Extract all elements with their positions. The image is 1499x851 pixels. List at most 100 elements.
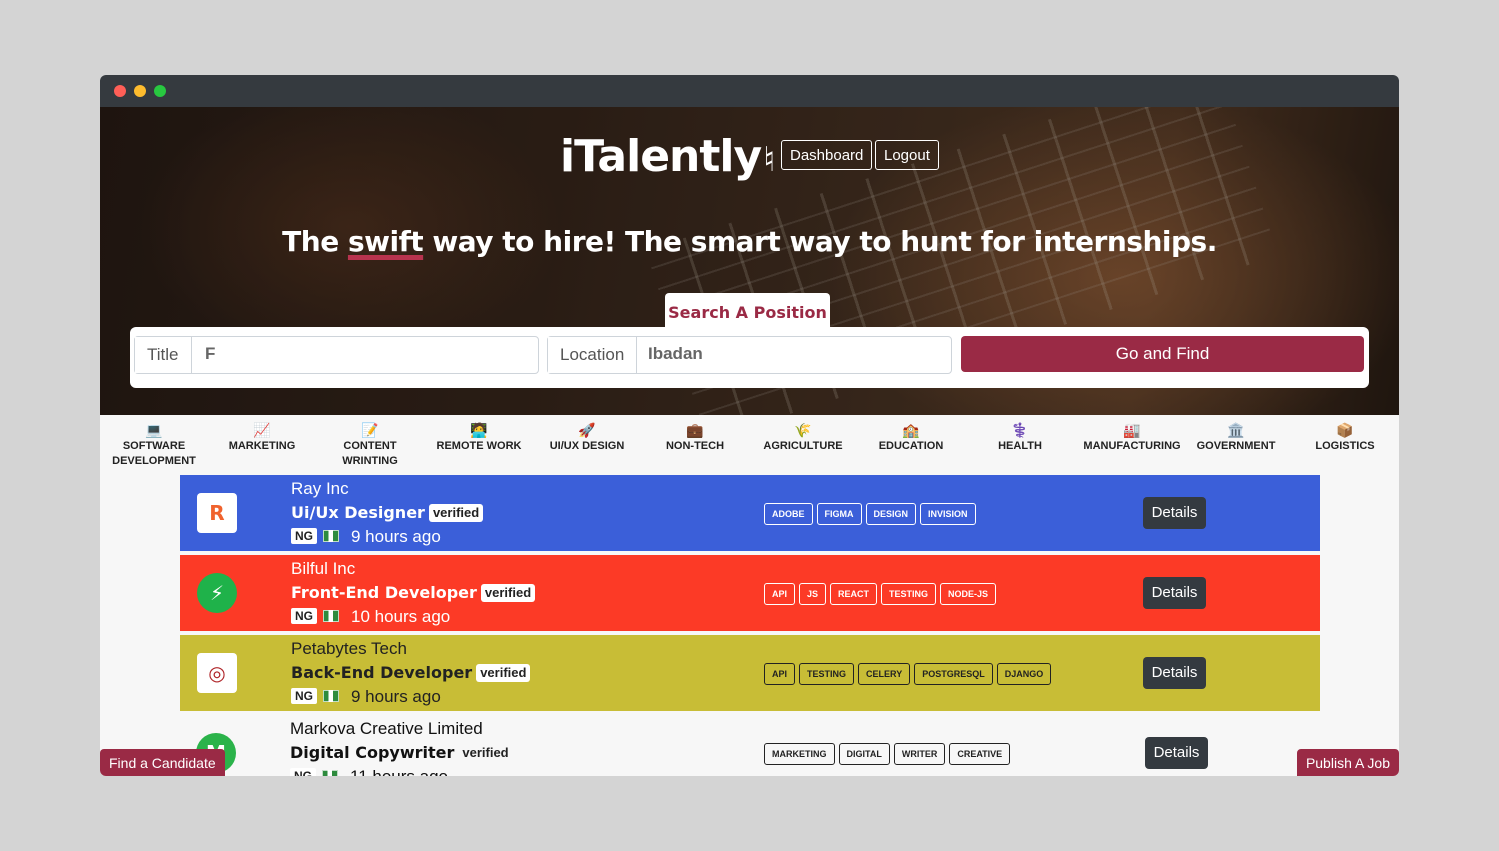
- posted-time: 9 hours ago: [351, 527, 441, 546]
- publish-job-button[interactable]: Publish A Job: [1296, 749, 1399, 776]
- category-label: MARKETING: [228, 440, 296, 452]
- title-field[interactable]: Title: [134, 336, 539, 374]
- job-title[interactable]: Digital Copywriter verified: [290, 743, 513, 762]
- skill-tag[interactable]: CREATIVE: [949, 743, 1011, 765]
- category-label: GOVERNMENT: [1196, 440, 1276, 452]
- tagline-end: way to hire! The smart way to hunt for i…: [423, 225, 1217, 258]
- category-label: UI/UX DESIGN: [549, 440, 625, 452]
- company-name: Petabytes Tech: [291, 639, 407, 658]
- category-6[interactable]: 🌾 AGRICULTURE: [743, 421, 863, 454]
- skill-tag[interactable]: CELERY: [858, 663, 911, 685]
- skill-tag[interactable]: NODE-JS: [940, 583, 997, 605]
- skill-tags: MARKETING DIGITAL WRITER CREATIVE: [764, 742, 1014, 765]
- medical-icon: ⚕️: [1011, 422, 1029, 438]
- category-3[interactable]: 🧑‍💻 REMOTE WORK: [419, 421, 539, 454]
- job-meta: NG 9 hours ago: [291, 527, 441, 547]
- job-title[interactable]: Front-End Developer verified: [291, 583, 536, 602]
- brand-logo[interactable]: iTalently♮: [560, 131, 775, 182]
- technologist-icon: 🧑‍💻: [470, 422, 488, 438]
- job-card[interactable]: R Ray Inc Ui/Ux Designer verified NG 9 hours …: [180, 475, 1320, 551]
- tagline-start: The: [282, 225, 348, 258]
- title-input[interactable]: [205, 337, 525, 371]
- verified-badge: verified: [462, 745, 509, 760]
- skill-tag[interactable]: FIGMA: [816, 503, 862, 525]
- company-logo: R: [197, 493, 237, 533]
- skill-tag[interactable]: DIGITAL: [838, 743, 890, 765]
- school-icon: 🏫: [902, 422, 920, 438]
- category-10[interactable]: 🏛️ GOVERNMENT: [1176, 421, 1296, 454]
- go-and-find-button[interactable]: Go and Find: [961, 336, 1364, 372]
- skill-tag[interactable]: INVISION: [920, 503, 976, 525]
- category-label: CONTENT: [343, 440, 397, 452]
- find-candidate-button[interactable]: Find a Candidate: [100, 749, 225, 776]
- company-logo: ◎: [197, 653, 237, 693]
- skill-tags: API JS REACT TESTING NODE-JS: [764, 582, 1000, 605]
- category-4[interactable]: 🚀 UI/UX DESIGN: [527, 421, 647, 454]
- category-label: EDUCATION: [878, 440, 944, 452]
- job-card[interactable]: MMarkova Creative LimitedDigital Copywri…: [180, 715, 1320, 776]
- category-label-line-2: DEVELOPMENT: [112, 455, 196, 467]
- skill-tag[interactable]: MARKETING: [764, 743, 835, 765]
- chart-up-icon: 📈: [253, 422, 271, 438]
- skill-tag[interactable]: TESTING: [881, 583, 937, 605]
- maximize-window-dot[interactable]: [154, 85, 166, 97]
- details-button[interactable]: Details: [1145, 737, 1208, 769]
- skill-tag[interactable]: JS: [799, 583, 827, 605]
- job-card[interactable]: ⚡ Bilful Inc Front-End Developer verified NG…: [180, 555, 1320, 631]
- job-title[interactable]: Ui/Ux Designer verified: [291, 503, 484, 522]
- posted-time: 9 hours ago: [351, 687, 441, 706]
- location-field[interactable]: Location: [547, 336, 952, 374]
- category-5[interactable]: 💼 NON-TECH: [635, 421, 755, 454]
- category-2[interactable]: 📝 CONTENT WRINTING: [310, 421, 430, 469]
- rocket-icon: 🚀: [578, 422, 596, 438]
- job-meta: NG 11 hours ago: [290, 767, 448, 776]
- logout-button[interactable]: Logout: [875, 140, 939, 170]
- nigeria-flag-icon: [323, 610, 339, 622]
- dashboard-button[interactable]: Dashboard: [781, 140, 873, 170]
- company-name: Markova Creative Limited: [290, 719, 483, 738]
- browser-window: iTalently♮ Dashboard Logout The swift wa…: [100, 75, 1399, 776]
- details-button[interactable]: Details: [1143, 577, 1206, 609]
- job-title[interactable]: Back-End Developer verified: [291, 663, 531, 682]
- category-8[interactable]: ⚕️ HEALTH: [960, 421, 1080, 454]
- details-button[interactable]: Details: [1143, 497, 1206, 529]
- category-label: SOFTWARE: [122, 440, 186, 452]
- job-card[interactable]: ◎ Petabytes Tech Back-End Developer verifie…: [180, 635, 1320, 711]
- nigeria-flag-icon: [322, 770, 338, 776]
- category-9[interactable]: 🏭 MANUFACTURING: [1072, 421, 1192, 454]
- skill-tag[interactable]: ADOBE: [764, 503, 813, 525]
- category-11[interactable]: 📦 LOGISTICS: [1285, 421, 1399, 454]
- country-badge: NG: [291, 688, 317, 704]
- category-1[interactable]: 📈 MARKETING: [202, 421, 322, 454]
- title-field-label: Title: [135, 337, 192, 373]
- close-window-dot[interactable]: [114, 85, 126, 97]
- skill-tag[interactable]: API: [764, 583, 796, 605]
- category-0[interactable]: 💻 SOFTWARE DEVELOPMENT: [100, 421, 214, 469]
- brand-name: iTalently: [560, 131, 762, 182]
- briefcase-icon: 💼: [686, 422, 704, 438]
- skill-tag[interactable]: POSTGRESQL: [914, 663, 993, 685]
- country-badge: NG: [291, 608, 317, 624]
- minimize-window-dot[interactable]: [134, 85, 146, 97]
- details-button[interactable]: Details: [1143, 657, 1206, 689]
- verified-badge: verified: [476, 664, 531, 682]
- package-icon: 📦: [1336, 422, 1354, 438]
- category-7[interactable]: 🏫 EDUCATION: [851, 421, 971, 454]
- hero-banner: iTalently♮ Dashboard Logout The swift wa…: [100, 107, 1399, 415]
- brand-mark-icon: ♮: [763, 140, 775, 180]
- skill-tag[interactable]: REACT: [830, 583, 878, 605]
- location-input[interactable]: [648, 337, 938, 371]
- skill-tag[interactable]: DESIGN: [865, 503, 917, 525]
- search-position-tab[interactable]: Search A Position: [665, 293, 830, 329]
- country-badge: NG: [291, 528, 317, 544]
- job-title-text: Back-End Developer: [291, 663, 473, 682]
- skill-tag[interactable]: DJANGO: [996, 663, 1052, 685]
- skill-tag[interactable]: API: [764, 663, 796, 685]
- government-building-icon: 🏛️: [1227, 422, 1245, 438]
- memo-icon: 📝: [361, 422, 379, 438]
- tagline-highlight: swift: [347, 225, 424, 258]
- skill-tag[interactable]: WRITER: [893, 743, 946, 765]
- skill-tags: ADOBE FIGMA DESIGN INVISION: [764, 502, 980, 525]
- skill-tag[interactable]: TESTING: [799, 663, 855, 685]
- hero-tagline: The swift way to hire! The smart way to …: [100, 225, 1399, 258]
